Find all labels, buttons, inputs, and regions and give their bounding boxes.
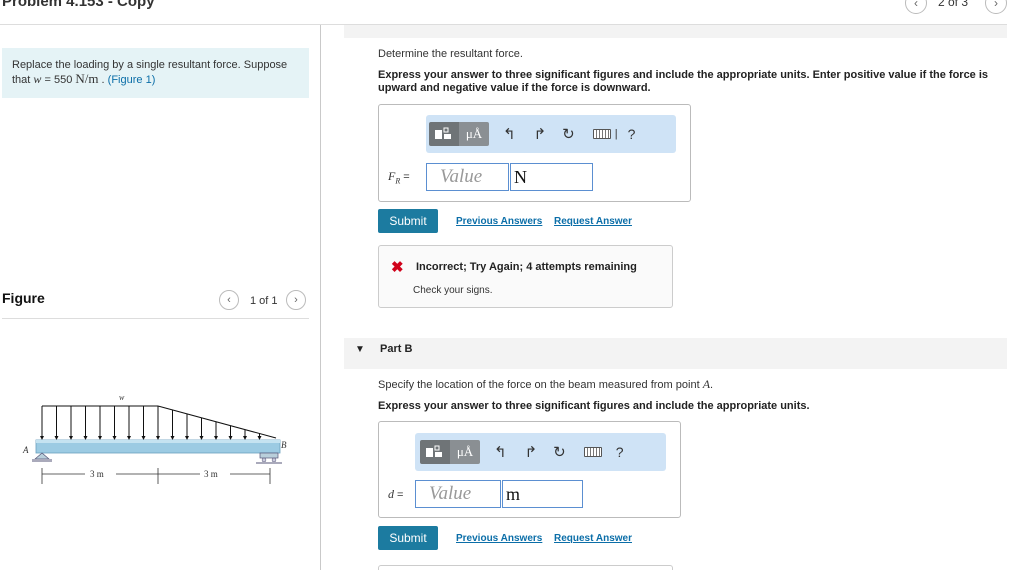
- point-label-b: B: [281, 440, 287, 450]
- part-a-unit-input[interactable]: N: [510, 163, 593, 191]
- part-b-request-answer-link[interactable]: Request Answer: [554, 533, 632, 544]
- part-a-label-eq: =: [400, 171, 410, 183]
- part-b-unit-input[interactable]: m: [502, 480, 583, 508]
- previous-problem-button[interactable]: ‹: [905, 0, 927, 14]
- load-arrowhead-0: [40, 436, 44, 440]
- templates-button[interactable]: μÅ: [420, 440, 480, 464]
- units-button[interactable]: μÅ: [450, 440, 480, 464]
- part-b-header[interactable]: [344, 338, 1007, 369]
- part-b-submit-button[interactable]: Submit: [378, 526, 438, 550]
- chevron-left-icon: ‹: [227, 294, 231, 306]
- load-arrowhead-11: [199, 436, 204, 440]
- feedback-title: Incorrect; Try Again; 4 attempts remaini…: [416, 261, 637, 273]
- reset-icon[interactable]: ↻: [553, 443, 566, 461]
- undo-icon[interactable]: ↰: [503, 125, 516, 143]
- load-arrowhead-8: [156, 436, 160, 440]
- load-arrowhead-15: [257, 436, 262, 440]
- load-arrowhead-2: [69, 436, 73, 440]
- load-arrowhead-9: [170, 436, 175, 440]
- feedback-hint: Check your signs.: [413, 285, 493, 296]
- load-arrowhead-4: [98, 436, 102, 440]
- units-button[interactable]: μÅ: [459, 122, 489, 146]
- part-a-label: FR =: [388, 169, 410, 185]
- chevron-left-icon: ‹: [914, 0, 918, 10]
- help-button[interactable]: ?: [616, 444, 624, 460]
- pin-support-a: [32, 452, 52, 462]
- dimension-label-1: 3 m: [90, 469, 104, 479]
- part-b-previous-answers-link[interactable]: Previous Answers: [456, 533, 542, 544]
- part-b-title: Part B: [380, 343, 413, 355]
- keyboard-separator: |: [614, 128, 618, 140]
- part-a-toolbar: μÅ ↰ ↱ ↻ | ?: [426, 115, 676, 153]
- load-arrowhead-10: [185, 436, 189, 440]
- part-a-request-answer-link[interactable]: Request Answer: [554, 216, 632, 227]
- part-b-label: d =: [388, 487, 403, 502]
- load-arrowhead-3: [83, 436, 88, 440]
- load-distribution: [42, 405, 277, 439]
- part-a-submit-button[interactable]: Submit: [378, 209, 438, 233]
- reset-icon[interactable]: ↻: [562, 125, 575, 143]
- part-a-prompt: Determine the resultant force.: [378, 48, 523, 60]
- part-a-previous-answers-link[interactable]: Previous Answers: [456, 216, 542, 227]
- redo-icon[interactable]: ↱: [525, 443, 538, 461]
- dimension-label-2: 3 m: [204, 469, 218, 479]
- undo-icon[interactable]: ↰: [494, 443, 507, 461]
- figure-prev-button[interactable]: ‹: [219, 290, 239, 310]
- load-arrowhead-13: [228, 436, 233, 440]
- part-b-value-input[interactable]: Value: [415, 480, 501, 508]
- problem-title: Problem 4.153 - Copy: [2, 0, 155, 10]
- feedback-box: [378, 245, 673, 308]
- dimension-lines: [41, 468, 271, 484]
- figure-next-button[interactable]: ›: [286, 290, 306, 310]
- part-b-point: A: [702, 377, 711, 391]
- load-arrowhead-14: [243, 436, 247, 440]
- point-label-a: A: [22, 445, 29, 455]
- load-arrowhead-5: [112, 436, 117, 440]
- problem-unit: N/m: [75, 71, 99, 86]
- keyboard-shortcuts-button[interactable]: |: [592, 128, 618, 140]
- part-a-header-bar: [344, 25, 1007, 38]
- load-arrows: [40, 406, 262, 440]
- load-arrowhead-6: [127, 436, 131, 440]
- part-b-prompt-after: .: [710, 379, 714, 391]
- keyboard-icon: [592, 129, 611, 139]
- load-arrowhead-12: [214, 436, 218, 440]
- part-b-prompt-text: Specify the location of the force on the…: [378, 379, 703, 391]
- pane-divider[interactable]: [320, 25, 321, 570]
- beam-figure: w A B 3 m 3 m: [22, 393, 287, 484]
- problem-text-after: .: [98, 74, 108, 86]
- part-a-value-input[interactable]: Value: [426, 163, 509, 191]
- load-arrowhead-7: [141, 436, 146, 440]
- figure-divider: [2, 318, 309, 319]
- incorrect-x-icon: ✖: [391, 259, 404, 276]
- part-b-toolbar: μÅ ↰ ↱ ↻ ?: [415, 433, 666, 471]
- redo-icon[interactable]: ↱: [534, 125, 547, 143]
- problem-equals: = 550: [41, 74, 76, 86]
- chevron-right-icon: ›: [294, 294, 298, 306]
- figure-pager: 1 of 1: [250, 295, 278, 307]
- caret-down-icon[interactable]: ▼: [355, 344, 365, 355]
- part-b-prompt: Specify the location of the force on the…: [378, 378, 713, 392]
- figure-heading: Figure: [2, 290, 45, 306]
- problem-statement: Replace the loading by a single resultan…: [2, 48, 309, 98]
- load-arrowhead-1: [54, 436, 59, 440]
- problem-pager: 2 of 3: [938, 0, 969, 9]
- keyboard-shortcuts-button[interactable]: [583, 447, 602, 457]
- next-feedback-box-edge: [378, 565, 673, 570]
- help-button[interactable]: ?: [628, 126, 636, 142]
- figure-link[interactable]: (Figure 1): [108, 74, 156, 86]
- next-problem-button[interactable]: ›: [985, 0, 1007, 14]
- keyboard-icon: [583, 447, 602, 457]
- load-label-w: w: [119, 393, 125, 402]
- part-b-label-eq: =: [394, 489, 404, 501]
- templates-icon: [429, 122, 459, 146]
- part-b-instruction: Express your answer to three significant…: [378, 400, 810, 412]
- roller-support-b: [256, 452, 282, 464]
- templates-button[interactable]: μÅ: [429, 122, 489, 146]
- part-a-instruction: Express your answer to three significant…: [378, 69, 989, 94]
- beam-highlight: [36, 440, 280, 443]
- templates-icon: [420, 440, 450, 464]
- chevron-right-icon: ›: [994, 0, 998, 10]
